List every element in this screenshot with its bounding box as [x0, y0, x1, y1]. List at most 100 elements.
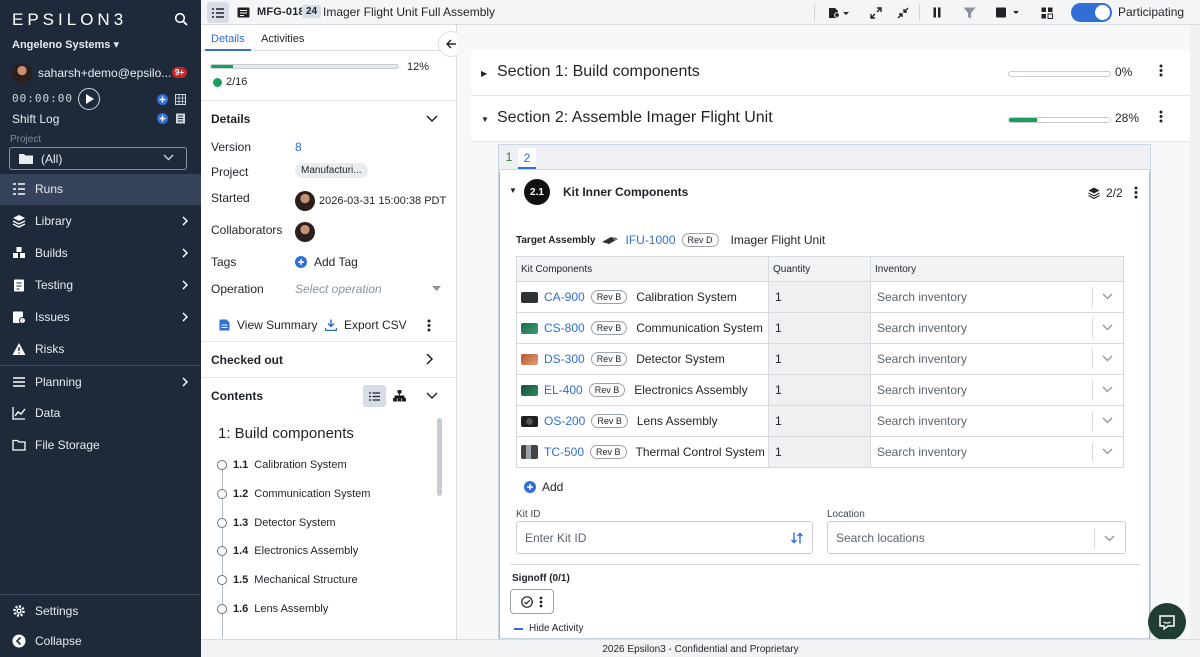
inventory-select[interactable]: Search inventory — [870, 405, 1124, 437]
panel-scrollbar[interactable] — [437, 418, 442, 496]
inventory-select[interactable]: Search inventory — [870, 436, 1124, 468]
export-csv-button[interactable]: Export CSV — [325, 318, 407, 332]
details-header[interactable]: Details — [211, 112, 250, 126]
pause-button[interactable] — [929, 2, 945, 23]
sidebar-collapse[interactable]: Collapse — [0, 626, 201, 656]
section-2-header[interactable]: ▼ Section 2: Assemble Imager Flight Unit… — [471, 96, 1190, 142]
more-vertical-icon[interactable] — [1159, 64, 1163, 77]
sidebar-item-risks[interactable]: Risks — [0, 334, 201, 364]
project-pill[interactable]: Manufacturi... — [295, 163, 368, 178]
tree-view-icon[interactable] — [393, 390, 406, 402]
collapse-button[interactable] — [895, 2, 911, 23]
kit-id-input[interactable]: Enter Kit ID — [516, 521, 813, 554]
step-tab-2[interactable]: 2 — [518, 148, 536, 169]
chevron-right-icon[interactable] — [426, 353, 434, 365]
view-summary-button[interactable]: View Summary — [219, 318, 317, 332]
target-part-link[interactable]: IFU-1000 — [625, 233, 675, 247]
sidebar-item-issues[interactable]: ! Issues — [0, 302, 201, 332]
shift-log[interactable]: Shift Log — [12, 112, 59, 126]
play-button[interactable] — [78, 88, 100, 110]
sidebar-item-planning[interactable]: Planning — [0, 367, 201, 397]
step-tab-1[interactable]: 1 — [500, 150, 518, 164]
chevron-down-icon[interactable] — [426, 392, 438, 400]
more-vertical-icon[interactable] — [427, 319, 431, 332]
part-thumbnail — [521, 445, 538, 459]
contents-list-view-button[interactable] — [363, 385, 386, 407]
add-tag-button[interactable]: Add Tag — [295, 255, 358, 269]
part-link[interactable]: CA-900 — [544, 290, 585, 304]
main-scrollbar[interactable] — [1190, 25, 1200, 639]
part-link[interactable]: DS-300 — [544, 352, 585, 366]
list-view-button[interactable] — [207, 2, 229, 23]
chevron-down-icon[interactable] — [426, 115, 438, 123]
inventory-select[interactable]: Search inventory — [870, 312, 1124, 344]
operation-select[interactable]: Select operation — [295, 282, 441, 296]
add-circle-icon[interactable] — [157, 113, 168, 124]
toc-item[interactable]: 1.3 Detector System — [217, 517, 336, 529]
checked-out-header[interactable]: Checked out — [211, 353, 283, 367]
org-switcher[interactable]: Angeleno Systems ▾ — [12, 38, 119, 51]
toc-item[interactable]: 1.1 Calibration System — [217, 459, 347, 471]
add-component-button[interactable]: Add — [524, 480, 563, 494]
part-link[interactable]: TC-500 — [544, 445, 584, 459]
sort-arrows-icon[interactable] — [791, 532, 803, 544]
filter-button[interactable] — [961, 2, 977, 23]
quantity-value: 1 — [768, 312, 871, 344]
part-link[interactable]: CS-800 — [544, 321, 585, 335]
section-1-header[interactable]: ▶ Section 1: Build components 0% — [471, 50, 1190, 96]
tab-details[interactable]: Details — [211, 33, 245, 45]
sidebar-item-settings[interactable]: Settings — [0, 596, 201, 626]
sidebar-item-data[interactable]: Data — [0, 398, 201, 428]
issues-icon: ! — [13, 311, 26, 324]
hide-activity-toggle[interactable]: Hide Activity — [514, 623, 583, 634]
caret-down-icon[interactable]: ▼ — [509, 186, 517, 195]
logo: EPSILON3 — [12, 10, 128, 29]
collaborator-avatar[interactable] — [295, 222, 315, 242]
more-vertical-icon[interactable] — [539, 596, 543, 608]
sidebar-item-library[interactable]: Library — [0, 206, 201, 236]
part-link[interactable]: EL-400 — [544, 383, 583, 397]
tab-activities[interactable]: Activities — [261, 33, 304, 45]
toc-item[interactable]: 1.6 Lens Assembly — [217, 603, 328, 615]
part-link[interactable]: OS-200 — [544, 414, 585, 428]
grid-view-button[interactable] — [1039, 2, 1055, 23]
add-circle-icon[interactable] — [157, 94, 168, 105]
inventory-placeholder: Search inventory — [877, 290, 968, 304]
version-link[interactable]: 8 — [295, 140, 302, 154]
caret-right-icon[interactable]: ▶ — [481, 69, 487, 78]
signoff-button[interactable] — [510, 589, 554, 614]
sidebar-item-file-storage[interactable]: File Storage — [0, 430, 201, 460]
search-icon[interactable] — [174, 12, 188, 26]
share-menu-button[interactable] — [825, 2, 853, 23]
caret-down-icon[interactable]: ▼ — [481, 115, 489, 124]
project-select[interactable]: (All) — [9, 147, 187, 170]
inventory-select[interactable]: Search inventory — [870, 281, 1124, 313]
grid-icon[interactable] — [175, 94, 186, 105]
inventory-select[interactable]: Search inventory — [870, 374, 1124, 406]
more-vertical-icon[interactable] — [1134, 186, 1138, 199]
chat-support-button[interactable] — [1148, 603, 1186, 641]
section-progress-pct: 0% — [1115, 65, 1133, 79]
contents-header[interactable]: Contents — [211, 389, 263, 403]
more-vertical-icon[interactable] — [1159, 110, 1163, 123]
user-menu[interactable]: saharsh+demo@epsilo... — [12, 63, 171, 83]
view-mode-menu[interactable] — [992, 2, 1022, 23]
contents-section-title[interactable]: 1: Build components — [218, 425, 354, 442]
toc-item[interactable]: 1.4 Electronics Assembly — [217, 545, 358, 557]
rev-badge: Rev B — [590, 321, 628, 335]
location-select[interactable]: Search locations — [827, 521, 1126, 554]
document-share-icon — [829, 7, 849, 18]
kit-id-label: Kit ID — [516, 509, 541, 520]
sidebar-item-testing[interactable]: Testing — [0, 270, 201, 300]
part-thumbnail — [521, 384, 538, 396]
toc-item[interactable]: 1.5 Mechanical Structure — [217, 574, 358, 586]
add-circle-icon — [295, 256, 307, 268]
toc-item[interactable]: 1.2 Communication System — [217, 488, 370, 500]
notification-badge[interactable]: 9+ — [172, 67, 188, 78]
expand-button[interactable] — [868, 2, 884, 23]
log-icon[interactable] — [175, 113, 186, 124]
inventory-select[interactable]: Search inventory — [870, 343, 1124, 375]
sidebar-item-builds[interactable]: Builds — [0, 238, 201, 268]
sidebar-item-runs[interactable]: Runs — [0, 174, 201, 204]
participating-toggle[interactable] — [1071, 3, 1112, 22]
